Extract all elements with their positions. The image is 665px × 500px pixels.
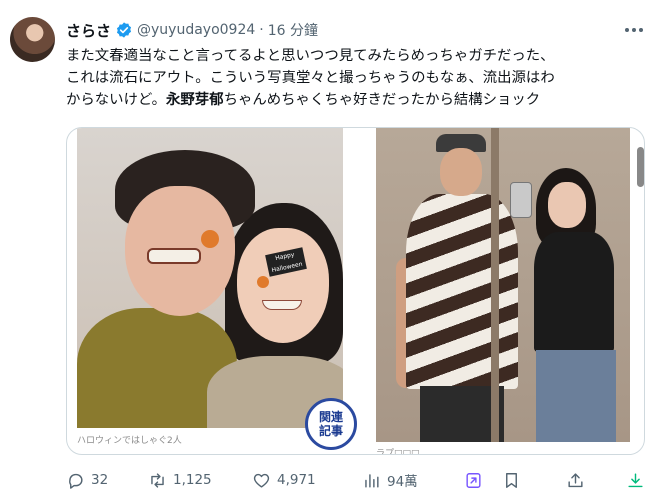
photo-halloween[interactable]: Happy Halloween bbox=[77, 128, 343, 428]
share-button[interactable] bbox=[566, 466, 585, 494]
like-button[interactable]: 4,971 bbox=[252, 466, 316, 494]
timestamp[interactable]: 16 分鐘 bbox=[268, 20, 318, 40]
tweet-text-tail: ちゃんめちゃくちゃ好きだったから結構ショック bbox=[223, 92, 541, 108]
avatar[interactable] bbox=[10, 17, 55, 62]
more-icon[interactable] bbox=[621, 20, 647, 40]
reply-icon bbox=[69, 473, 83, 489]
photo-mirror-selfie[interactable] bbox=[376, 128, 630, 442]
action-bar: 32 1,125 4,971 94萬 bbox=[66, 466, 652, 494]
views-button[interactable]: 94萬 bbox=[362, 466, 418, 494]
photo-caption-left: ハロウィンではしゃぐ2人 bbox=[77, 436, 182, 446]
reply-button[interactable]: 32 bbox=[66, 466, 108, 494]
tweet-text-line-2: これは流石にアウト。こういう写真堂々と撮っちゃうのもなぁ、流出源はわ bbox=[66, 70, 555, 86]
author-name[interactable]: さらさ bbox=[66, 20, 111, 41]
tweet-text-line-1: また文春適当なこと言ってるよと思いつつ見てみたらめっちゃガチだった、 bbox=[66, 48, 555, 64]
reply-count: 32 bbox=[91, 472, 109, 488]
badge-line-2: 記事 bbox=[318, 424, 343, 438]
tweet-header: さらさ @yuyudayo0924 · 16 分鐘 bbox=[66, 18, 318, 42]
photo-caption-right: ラプ□□□ bbox=[376, 449, 420, 455]
tweet-text: また文春適当なこと言ってるよと思いつつ見てみたらめっちゃガチだった、 これは流石… bbox=[66, 45, 646, 111]
badge-line-1: 関連 bbox=[318, 410, 343, 424]
download-button[interactable] bbox=[626, 466, 645, 494]
verified-badge-icon bbox=[116, 22, 132, 38]
grok-button[interactable] bbox=[464, 466, 483, 494]
like-count: 4,971 bbox=[277, 472, 316, 488]
views-icon bbox=[365, 473, 379, 488]
bookmark-icon bbox=[506, 472, 517, 488]
retweet-count: 1,125 bbox=[173, 472, 212, 488]
retweet-icon bbox=[151, 472, 164, 488]
media-attachment[interactable]: Happy Halloween 関連 記事 ハロウィンではしゃぐ2人 ラプ□□□ bbox=[66, 127, 645, 455]
separator-dot: · bbox=[259, 22, 264, 38]
author-handle[interactable]: @yuyudayo0924 bbox=[137, 22, 255, 38]
grok-icon bbox=[466, 472, 481, 488]
download-icon bbox=[628, 472, 643, 487]
smartphone bbox=[510, 182, 532, 218]
bookmark-button[interactable] bbox=[502, 466, 521, 494]
heart-icon bbox=[253, 473, 270, 488]
view-count: 94萬 bbox=[387, 474, 418, 490]
share-icon bbox=[568, 472, 583, 487]
related-article-badge[interactable]: 関連 記事 bbox=[305, 398, 357, 450]
retweet-button[interactable]: 1,125 bbox=[148, 466, 212, 494]
highlighted-name: 永野芽郁 bbox=[166, 92, 224, 108]
scrollbar-thumb[interactable] bbox=[637, 147, 644, 187]
tweet-text-line-3: からないけど。 bbox=[66, 92, 167, 108]
